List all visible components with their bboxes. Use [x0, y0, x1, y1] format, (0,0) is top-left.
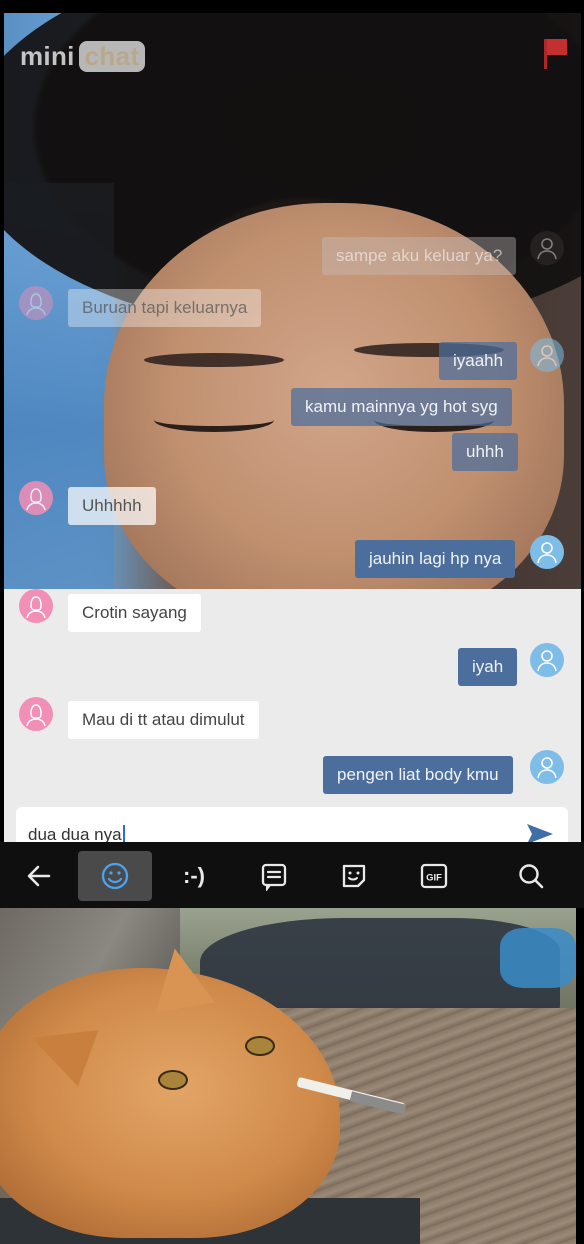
minichat-logo: mini chat: [20, 41, 146, 72]
gif-icon: GIF: [420, 863, 448, 889]
female-user-icon: [26, 704, 46, 727]
female-user-icon: [26, 293, 46, 316]
clipboard-tab-button[interactable]: [237, 851, 311, 901]
search-icon: [519, 864, 544, 889]
left-eyebrow: [144, 353, 284, 367]
male-user-icon: [537, 542, 557, 564]
flag-cloth: [547, 39, 567, 55]
text-caret: [122, 825, 125, 843]
clipboard-icon: [261, 863, 287, 891]
chat-message-incoming: Crotin sayang: [68, 594, 201, 632]
emoticon-text-icon: :-): [183, 863, 205, 888]
gif-tab-button[interactable]: GIF: [397, 851, 471, 901]
emoticon-tab-button[interactable]: :-): [157, 851, 231, 901]
message-input[interactable]: dua dua nya: [16, 807, 568, 847]
chat-message-outgoing: iyah: [458, 648, 518, 686]
left-eye: [154, 408, 274, 432]
logo-text-mini: mini: [20, 41, 75, 71]
chat-message-outgoing: sampe aku keluar ya?: [322, 237, 517, 275]
male-user-icon: [537, 345, 557, 367]
chat-message-outgoing: iyaahh: [439, 342, 518, 380]
sticker-tab-button[interactable]: [317, 851, 391, 901]
search-tab-button[interactable]: [494, 851, 568, 901]
gif-preview-image[interactable]: [0, 908, 576, 1244]
user-avatar: [530, 231, 564, 265]
blue-bag: [500, 928, 576, 988]
user-avatar: [530, 338, 564, 372]
report-flag-icon[interactable]: [544, 39, 568, 69]
partner-avatar: [19, 697, 53, 731]
emoji-icon: [101, 862, 129, 890]
male-user-icon: [537, 238, 557, 260]
emoji-tab-button[interactable]: [78, 851, 152, 901]
user-avatar: [530, 643, 564, 677]
sticker-icon: [342, 864, 366, 888]
chat-message-incoming: Mau di tt atau dimulut: [68, 701, 259, 739]
cat-eye: [158, 1070, 188, 1090]
chat-message-incoming: Buruan tapi keluarnya: [68, 289, 262, 327]
male-user-icon: [537, 650, 557, 672]
partner-avatar: [19, 481, 53, 515]
gif-label: GIF: [426, 873, 442, 884]
partner-avatar: [19, 589, 53, 623]
chat-message-outgoing: jauhin lagi hp nya: [355, 540, 516, 578]
back-arrow-button[interactable]: [2, 851, 76, 901]
chat-message-outgoing: kamu mainnya yg hot syg: [291, 388, 512, 426]
female-user-icon: [26, 488, 46, 511]
chat-message-outgoing: uhhh: [452, 433, 518, 471]
chat-message-outgoing: pengen liat body kmu: [323, 756, 513, 794]
user-avatar: [530, 750, 564, 784]
partner-avatar: [19, 286, 53, 320]
cat-ear: [145, 943, 215, 1013]
user-avatar: [530, 535, 564, 569]
chat-message-incoming: Uhhhhh: [68, 487, 156, 525]
back-arrow-icon: [27, 865, 51, 887]
cat-eye: [245, 1036, 275, 1056]
male-user-icon: [537, 757, 557, 779]
logo-text-chat: chat: [78, 41, 146, 72]
keyboard-toolbar: :-) GIF: [0, 842, 584, 908]
female-user-icon: [26, 596, 46, 619]
